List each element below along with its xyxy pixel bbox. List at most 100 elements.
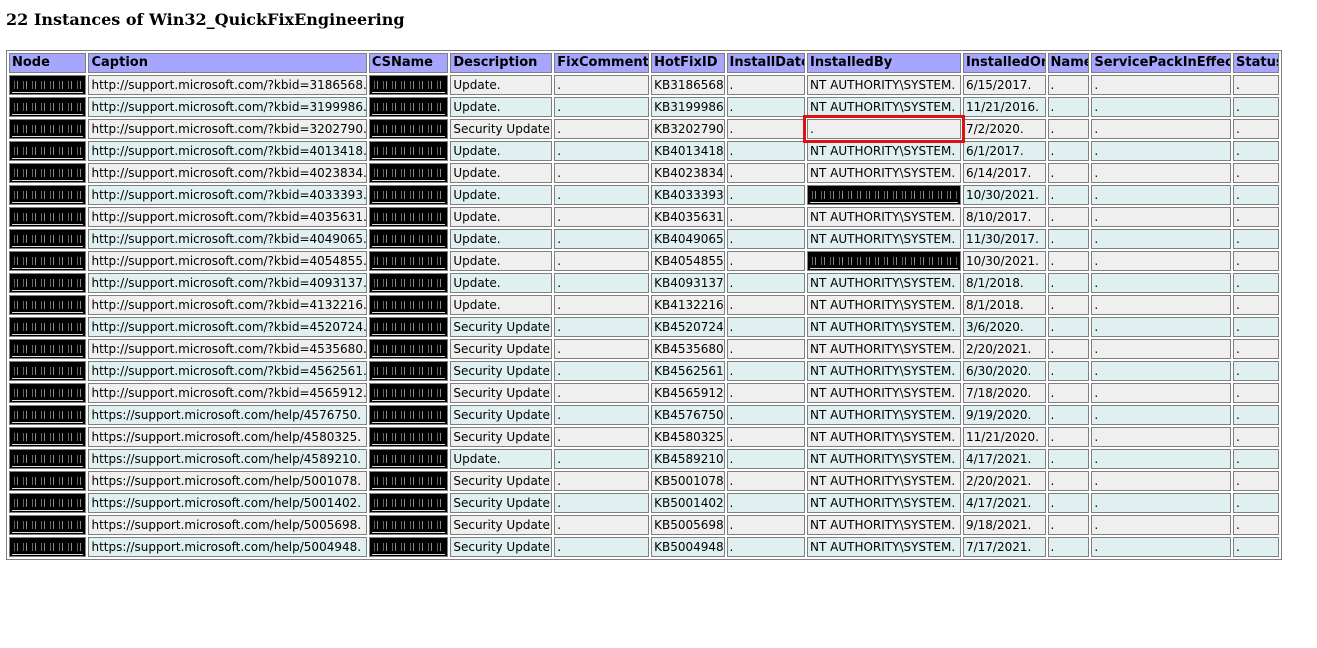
cell-description: Security Update. (450, 119, 553, 139)
cell-name: . (1047, 405, 1090, 425)
cell-description: Security Update. (450, 361, 553, 381)
cell-caption: http://support.microsoft.com/?kbid=40548… (88, 251, 367, 271)
table-row: https://support.microsoft.com/help/50010… (9, 471, 1279, 491)
cell-hotfixid: KB5004948. (651, 537, 725, 557)
cell-hotfixid: KB4589210. (651, 449, 725, 469)
cell-status: . (1233, 339, 1279, 359)
cell-description: Update. (450, 75, 553, 95)
cell-description: Update. (450, 207, 553, 227)
cell-status: . (1233, 493, 1279, 513)
redaction-underline (371, 510, 446, 511)
cell-fixcomments: . (554, 75, 650, 95)
redaction-underline (371, 532, 446, 533)
redaction-underline (12, 136, 84, 137)
cell-description: Security Update. (450, 471, 553, 491)
cell-description: Security Update. (450, 405, 553, 425)
cell-name: . (1047, 383, 1090, 403)
redaction-mark (12, 543, 84, 551)
cell-fixcomments: . (554, 515, 650, 535)
cell-installedby: NT AUTHORITY\SYSTEM. (807, 361, 961, 381)
cell-installedon: 6/1/2017. (962, 141, 1046, 161)
redacted-cell-csname (368, 427, 449, 447)
cell-hotfixid: KB3186568. (651, 75, 725, 95)
cell-name: . (1047, 75, 1090, 95)
cell-name: . (1047, 449, 1090, 469)
table-row: http://support.microsoft.com/?kbid=40238… (9, 163, 1279, 183)
redaction-mark (371, 521, 446, 529)
cell-servicepackineffect: . (1091, 427, 1232, 447)
cell-installedon: 7/17/2021. (962, 537, 1046, 557)
redaction-mark (12, 279, 84, 287)
redaction-mark (371, 147, 446, 155)
redacted-cell-csname (368, 75, 449, 95)
redaction-underline (371, 422, 446, 423)
redacted-cell-node (9, 537, 87, 557)
redaction-mark (371, 191, 446, 199)
cell-name: . (1047, 317, 1090, 337)
redaction-underline (371, 378, 446, 379)
redacted-cell-node (9, 273, 87, 293)
redaction-mark (12, 521, 84, 529)
cell-servicepackineffect: . (1091, 185, 1232, 205)
cell-hotfixid: KB4049065. (651, 229, 725, 249)
redaction-mark (371, 81, 446, 89)
cell-name: . (1047, 141, 1090, 161)
redaction-underline (371, 136, 446, 137)
cell-installedon: 9/18/2021. (962, 515, 1046, 535)
cell-fixcomments: . (554, 273, 650, 293)
cell-installedby: NT AUTHORITY\SYSTEM. (807, 75, 961, 95)
redacted-cell-node (9, 493, 87, 513)
table-row: http://support.microsoft.com/?kbid=40931… (9, 273, 1279, 293)
redaction-underline (810, 202, 958, 203)
redaction-mark (12, 301, 84, 309)
cell-caption: http://support.microsoft.com/?kbid=41322… (88, 295, 367, 315)
cell-fixcomments: . (554, 405, 650, 425)
redaction-underline (371, 400, 446, 401)
cell-caption: http://support.microsoft.com/?kbid=31999… (88, 97, 367, 117)
redaction-mark (12, 169, 84, 177)
redaction-underline (12, 356, 84, 357)
redacted-cell-csname (368, 449, 449, 469)
cell-description: Update. (450, 273, 553, 293)
cell-caption: http://support.microsoft.com/?kbid=40134… (88, 141, 367, 161)
redaction-mark (810, 257, 958, 265)
cell-servicepackineffect: . (1091, 339, 1232, 359)
cell-servicepackineffect: . (1091, 207, 1232, 227)
redacted-cell-csname (368, 339, 449, 359)
cell-description: Security Update. (450, 383, 553, 403)
cell-description: Security Update. (450, 427, 553, 447)
redacted-cell-node (9, 383, 87, 403)
table-row: http://support.microsoft.com/?kbid=45207… (9, 317, 1279, 337)
redaction-mark (810, 191, 958, 199)
redaction-mark (12, 455, 84, 463)
redaction-mark (12, 499, 84, 507)
cell-status: . (1233, 295, 1279, 315)
cell-status: . (1233, 251, 1279, 271)
cell-fixcomments: . (554, 229, 650, 249)
cell-installedby: NT AUTHORITY\SYSTEM. (807, 207, 961, 227)
redacted-cell-csname (368, 383, 449, 403)
cell-installedby: NT AUTHORITY\SYSTEM. (807, 427, 961, 447)
redaction-underline (12, 488, 84, 489)
cell-installdate: . (726, 449, 806, 469)
cell-servicepackineffect: . (1091, 493, 1232, 513)
redaction-underline (12, 114, 84, 115)
cell-hotfixid: KB3202790. (651, 119, 725, 139)
cell-status: . (1233, 471, 1279, 491)
redacted-cell-node (9, 141, 87, 161)
cell-status: . (1233, 229, 1279, 249)
column-header-caption: Caption (88, 53, 367, 73)
redaction-underline (12, 532, 84, 533)
redacted-cell-installedby (807, 185, 961, 205)
cell-hotfixid: KB5001078. (651, 471, 725, 491)
table-row: http://support.microsoft.com/?kbid=31865… (9, 75, 1279, 95)
redaction-underline (371, 312, 446, 313)
cell-name: . (1047, 119, 1090, 139)
table-row: http://support.microsoft.com/?kbid=45625… (9, 361, 1279, 381)
redacted-cell-node (9, 427, 87, 447)
cell-description: Update. (450, 163, 553, 183)
redaction-mark (371, 213, 446, 221)
cell-hotfixid: KB4576750. (651, 405, 725, 425)
cell-caption: http://support.microsoft.com/?kbid=45207… (88, 317, 367, 337)
redaction-underline (12, 312, 84, 313)
